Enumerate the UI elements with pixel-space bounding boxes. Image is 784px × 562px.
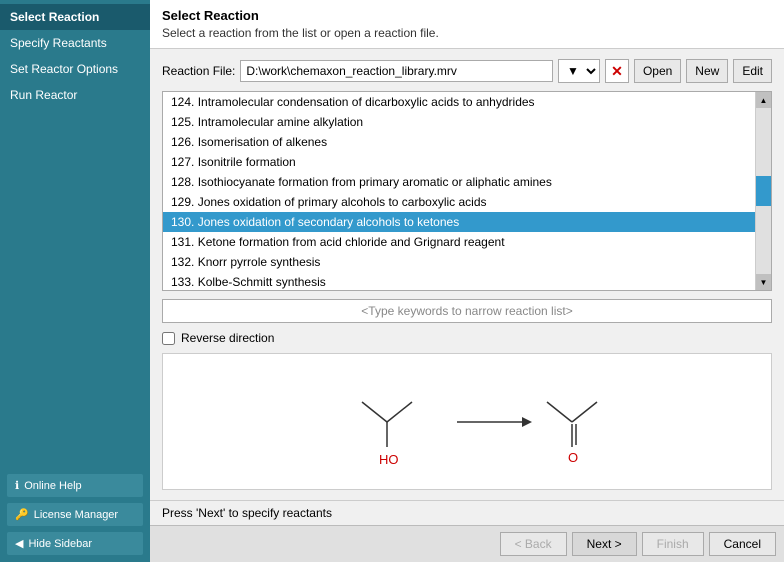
reaction-list-item[interactable]: 124. Intramolecular condensation of dica… [163, 92, 755, 112]
scroll-up[interactable]: ▲ [756, 92, 771, 108]
reaction-list: 124. Intramolecular condensation of dica… [163, 92, 755, 290]
edit-file-button[interactable]: Edit [733, 59, 772, 83]
reaction-list-item[interactable]: 127. Isonitrile formation [163, 152, 755, 172]
content-area: Reaction File: ▼ ✕ Open New Edit 124. In… [150, 49, 784, 500]
footer-buttons: < Back Next > Finish Cancel [150, 525, 784, 562]
open-file-button[interactable]: Open [634, 59, 681, 83]
svg-text:O: O [568, 450, 578, 465]
sidebar-nav: Select Reaction Specify Reactants Set Re… [0, 0, 150, 467]
reaction-list-item[interactable]: 132. Knorr pyrrole synthesis [163, 252, 755, 272]
page-subtitle: Select a reaction from the list or open … [162, 26, 772, 40]
sidebar-item-set-reactor-options[interactable]: Set Reactor Options [0, 56, 150, 82]
reverse-direction-label[interactable]: Reverse direction [181, 331, 274, 345]
clear-file-button[interactable]: ✕ [605, 59, 629, 83]
reaction-list-item[interactable]: 130. Jones oxidation of secondary alcoho… [163, 212, 755, 232]
sidebar-bottom: ℹ Online Help 🔑 License Manager ◀ Hide S… [0, 467, 150, 562]
reaction-list-item[interactable]: 129. Jones oxidation of primary alcohols… [163, 192, 755, 212]
scroll-down[interactable]: ▼ [756, 274, 771, 290]
online-help-button[interactable]: ℹ Online Help [6, 473, 144, 498]
reaction-preview: HO O [162, 353, 772, 490]
status-bar: Press 'Next' to specify reactants [150, 500, 784, 525]
header: Select Reaction Select a reaction from t… [150, 0, 784, 49]
search-box[interactable]: <Type keywords to narrow reaction list> [162, 299, 772, 323]
sidebar-item-select-reaction[interactable]: Select Reaction [0, 4, 150, 30]
sidebar-item-run-reactor[interactable]: Run Reactor [0, 82, 150, 108]
reaction-list-item[interactable]: 128. Isothiocyanate formation from prima… [163, 172, 755, 192]
reaction-list-item[interactable]: 125. Intramolecular amine alkylation [163, 112, 755, 132]
status-text: Press 'Next' to specify reactants [162, 506, 332, 520]
main-content: Select Reaction Select a reaction from t… [150, 0, 784, 562]
reaction-list-item[interactable]: 131. Ketone formation from acid chloride… [163, 232, 755, 252]
reaction-file-label: Reaction File: [162, 64, 235, 78]
sidebar: Select Reaction Specify Reactants Set Re… [0, 0, 150, 562]
reaction-file-input[interactable] [240, 60, 553, 82]
reaction-list-item[interactable]: 133. Kolbe-Schmitt synthesis [163, 272, 755, 290]
help-icon: ℹ [15, 479, 19, 492]
reaction-file-row: Reaction File: ▼ ✕ Open New Edit [162, 59, 772, 83]
reaction-list-item[interactable]: 126. Isomerisation of alkenes [163, 132, 755, 152]
scroll-thumb[interactable] [756, 176, 771, 206]
new-file-button[interactable]: New [686, 59, 728, 83]
hide-icon: ◀ [15, 537, 23, 550]
key-icon: 🔑 [15, 508, 29, 521]
page-title: Select Reaction [162, 8, 772, 23]
reverse-direction-checkbox[interactable] [162, 332, 175, 345]
reverse-direction-row: Reverse direction [162, 331, 772, 345]
sidebar-item-specify-reactants[interactable]: Specify Reactants [0, 30, 150, 56]
finish-button[interactable]: Finish [642, 532, 704, 556]
license-manager-button[interactable]: 🔑 License Manager [6, 502, 144, 527]
next-button[interactable]: Next > [572, 532, 637, 556]
reaction-list-wrapper: 124. Intramolecular condensation of dica… [162, 91, 772, 291]
cancel-button[interactable]: Cancel [709, 532, 776, 556]
reaction-file-dropdown[interactable]: ▼ [558, 59, 600, 83]
hide-sidebar-button[interactable]: ◀ Hide Sidebar [6, 531, 144, 556]
svg-text:HO: HO [379, 452, 399, 467]
reaction-diagram: HO O [163, 367, 771, 477]
back-button[interactable]: < Back [500, 532, 567, 556]
